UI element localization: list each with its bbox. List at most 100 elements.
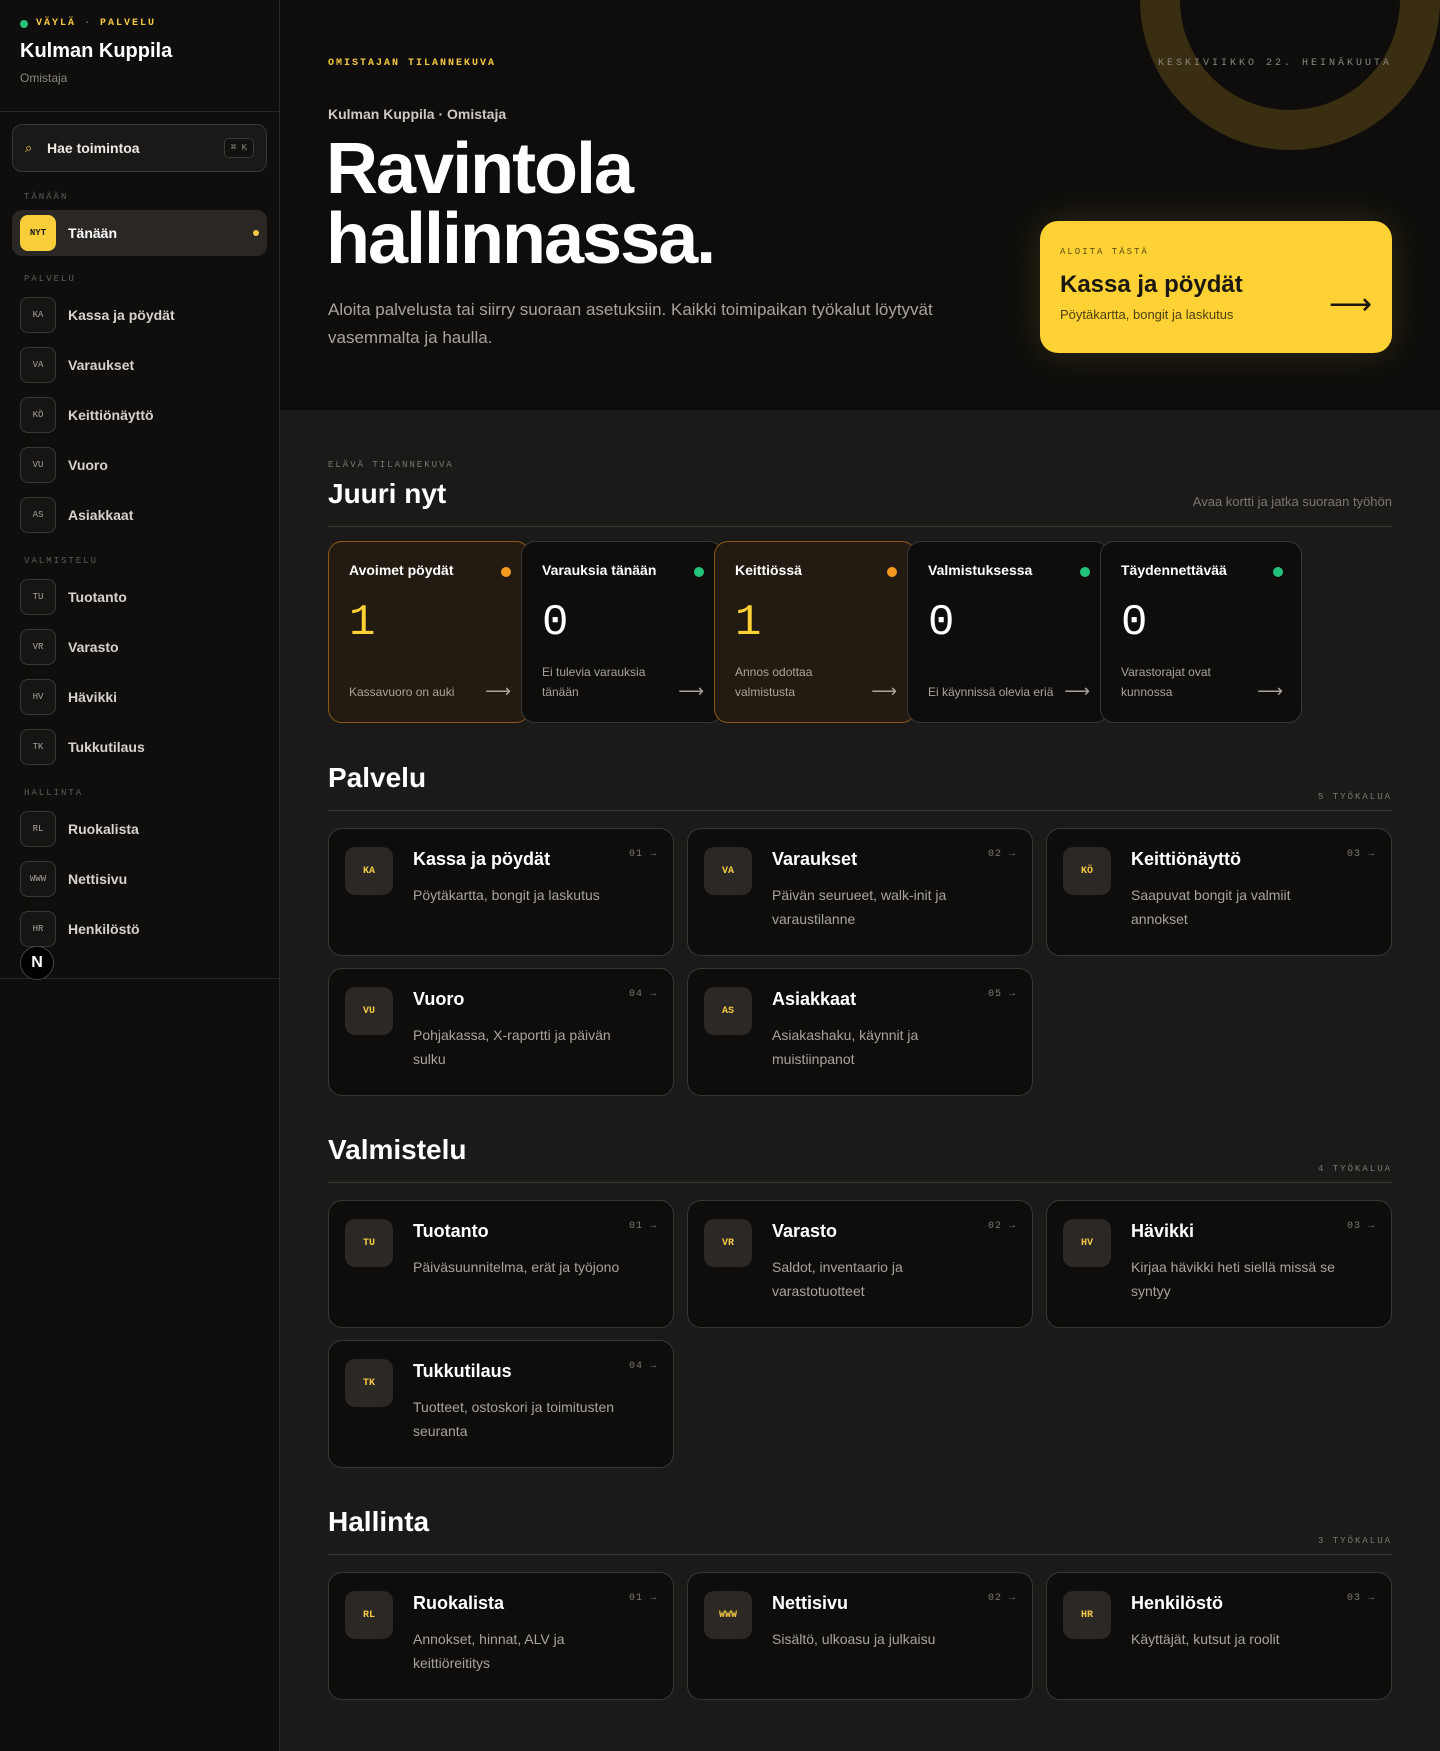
tool-badge: RL xyxy=(345,1591,393,1639)
tool-card[interactable]: HV Hävikki Kirjaa hävikki heti siellä miss… xyxy=(1046,1200,1392,1328)
start-here-card[interactable]: ALOITA TÄSTÄ Kassa ja pöydät Pöytäkartta… xyxy=(1040,221,1392,353)
status-card[interactable]: Täydennettävää 0 Varastorajat ovat kunnoss… xyxy=(1100,541,1302,723)
sidebar-item-label: Tänään xyxy=(68,225,118,241)
tool-card[interactable]: TU Tuotanto Päiväsuunnitelma, erät ja työj… xyxy=(328,1200,674,1328)
tool-description: Käyttäjät, kutsut ja roolit xyxy=(1131,1631,1280,1647)
tool-index: 05 → xyxy=(987,989,1016,1000)
tool-title: Keittiönäyttö xyxy=(1131,849,1241,869)
nav-item-badge: RL xyxy=(20,811,56,847)
sidebar-item-vuoro[interactable]: VU Vuoro xyxy=(12,442,267,488)
sidebar-item-hävikki[interactable]: HV Hävikki xyxy=(12,674,267,720)
tool-badge: VA xyxy=(704,847,752,895)
sidebar-item-nettisivu[interactable]: WWW Nettisivu xyxy=(12,856,267,902)
status-card-label: Täydennettävää xyxy=(1121,562,1227,578)
status-card-value: 1 xyxy=(349,598,376,648)
brand-area: PALVELU xyxy=(100,18,157,29)
arrow-right-icon: ⟶ xyxy=(1328,288,1372,321)
user-role: Omistaja xyxy=(20,71,68,85)
status-dot xyxy=(887,567,897,577)
section-title: Hallinta xyxy=(328,1506,430,1537)
sidebar-item-keittiönäyttö[interactable]: KÖ Keittiönäyttö xyxy=(12,392,267,438)
tool-count: 5 TYÖKALUA xyxy=(1317,792,1392,802)
arrow-right-icon: ⟶ xyxy=(485,681,511,701)
tool-card[interactable]: TK Tukkutilaus Tuotteet, ostoskori ja toim… xyxy=(328,1340,674,1468)
decorative-ring xyxy=(1140,0,1440,150)
sidebar-item-ruokalista[interactable]: RL Ruokalista xyxy=(12,806,267,852)
tool-title: Kassa ja pöydät xyxy=(413,849,551,869)
sidebar-item-tuotanto[interactable]: TU Tuotanto xyxy=(12,574,267,620)
tool-badge: VR xyxy=(704,1219,752,1267)
sidebar-item-asiakkaat[interactable]: AS Asiakkaat xyxy=(12,492,267,538)
hero: OMISTAJAN TILANNEKUVA KESKIVIIKKO 22. HE… xyxy=(280,0,1440,410)
cta-eyebrow: ALOITA TÄSTÄ xyxy=(1060,247,1149,257)
tool-card[interactable]: RL Ruokalista Annokset, hinnat, ALV ja kei… xyxy=(328,1572,674,1700)
tool-card[interactable]: AS Asiakkaat Asiakashaku, käynnit ja muist… xyxy=(687,968,1033,1096)
sidebar-item-tänään[interactable]: NYT Tänään xyxy=(12,210,267,256)
tool-title: Tuotanto xyxy=(413,1221,489,1241)
tool-card[interactable]: VU Vuoro Pohjakassa, X-raportti ja päivän … xyxy=(328,968,674,1096)
tool-index: 01 → xyxy=(628,849,657,860)
tool-card[interactable]: VA Varaukset Päivän seurueet, walk-init ja… xyxy=(687,828,1033,956)
arrow-right-icon: ⟶ xyxy=(1064,681,1090,701)
tool-badge: TU xyxy=(345,1219,393,1267)
tool-title: Tukkutilaus xyxy=(413,1361,512,1381)
brand-channel: VÄYLÄ xyxy=(36,18,77,29)
sidebar-item-label: Vuoro xyxy=(68,457,108,473)
sidebar-item-label: Nettisivu xyxy=(68,871,128,887)
status-card-label: Keittiössä xyxy=(735,562,802,578)
tool-index: 01 → xyxy=(628,1221,657,1232)
sidebar-item-label: Hävikki xyxy=(68,689,118,705)
sidebar-item-henkilöstö[interactable]: HR Henkilöstö xyxy=(12,906,267,952)
tool-index: 03 → xyxy=(1346,1593,1375,1604)
sidebar-item-label: Varasto xyxy=(68,639,119,655)
n-logo-icon[interactable]: N xyxy=(20,946,54,980)
sidebar-item-label: Kassa ja pöydät xyxy=(68,307,175,323)
sidebar-item-label: Varaukset xyxy=(68,357,135,373)
status-card[interactable]: Keittiössä 1 Annos odottaa valmistusta ⟶ xyxy=(714,541,916,723)
tool-card[interactable]: KÖ Keittiönäyttö Saapuvat bongit ja valmii… xyxy=(1046,828,1392,956)
status-dot xyxy=(20,19,28,28)
tool-card[interactable]: KA Kassa ja pöydät Pöytäkartta, bongit ja … xyxy=(328,828,674,956)
search-button[interactable]: ⌕ Hae toimintoa ⌘ K xyxy=(12,124,267,172)
sidebar-item-kassa-ja-pöydät[interactable]: KA Kassa ja pöydät xyxy=(12,292,267,338)
tool-badge: TK xyxy=(345,1359,393,1407)
tool-index: 03 → xyxy=(1346,1221,1375,1232)
status-card-label: Varauksia tänään xyxy=(542,562,657,578)
live-title: Juuri nyt xyxy=(328,478,447,509)
tool-card[interactable]: WWW Nettisivu Sisältö, ulkoasu ja julkaisu… xyxy=(687,1572,1033,1700)
tool-index: 04 → xyxy=(628,989,657,1000)
status-card-description: Varastorajat ovat kunnossa xyxy=(1121,665,1211,699)
status-card[interactable]: Avoimet pöydät 1 Kassavuoro on auki ⟶ xyxy=(328,541,530,723)
tool-index: 01 → xyxy=(628,1593,657,1604)
tool-description: Päiväsuunnitelma, erät ja työjono xyxy=(413,1259,620,1275)
status-dot xyxy=(1080,567,1090,577)
brand-breadcrumb: VÄYLÄ · PALVELU xyxy=(20,18,259,29)
tool-title: Vuoro xyxy=(413,989,465,1009)
nav-item-badge: VR xyxy=(20,629,56,665)
tool-badge: HV xyxy=(1063,1219,1111,1267)
nav-item-badge: NYT xyxy=(20,215,56,251)
tool-index: 02 → xyxy=(987,1593,1016,1604)
tool-card[interactable]: VR Varasto Saldot, inventaario ja varastot… xyxy=(687,1200,1033,1328)
tool-description: Tuotteet, ostoskori ja toimitusten seura… xyxy=(413,1399,615,1439)
page-title-line1: Ravintola xyxy=(326,129,634,209)
sidebar-item-tukkutilaus[interactable]: TK Tukkutilaus xyxy=(12,724,267,770)
section-divider xyxy=(328,1554,1392,1555)
tool-count: 3 TYÖKALUA xyxy=(1317,1536,1392,1546)
sidebar-item-varaukset[interactable]: VA Varaukset xyxy=(12,342,267,388)
tool-index: 02 → xyxy=(987,1221,1016,1232)
page-title: Ravintola hallinnassa. xyxy=(326,133,1026,275)
page-title-line2: hallinnassa. xyxy=(326,199,716,279)
hero-subtitle: Kulman Kuppila · Omistaja xyxy=(328,106,507,122)
tool-description: Kirjaa hävikki heti siellä missä se synt… xyxy=(1131,1259,1335,1299)
status-card[interactable]: Varauksia tänään 0 Ei tulevia varauksia tä… xyxy=(521,541,723,723)
nav-item-badge: WWW xyxy=(20,861,56,897)
section-divider xyxy=(328,1182,1392,1183)
status-card[interactable]: Valmistuksessa 0 Ei käynnissä olevia eriä ⟶ xyxy=(907,541,1109,723)
nav-item-badge: TU xyxy=(20,579,56,615)
tool-index: 02 → xyxy=(987,849,1016,860)
tool-card[interactable]: HR Henkilöstö Käyttäjät, kutsut ja roolit 0… xyxy=(1046,1572,1392,1700)
sidebar-item-varasto[interactable]: VR Varasto xyxy=(12,624,267,670)
status-card-value: 0 xyxy=(1121,598,1148,648)
tool-description: Sisältö, ulkoasu ja julkaisu xyxy=(772,1631,936,1647)
